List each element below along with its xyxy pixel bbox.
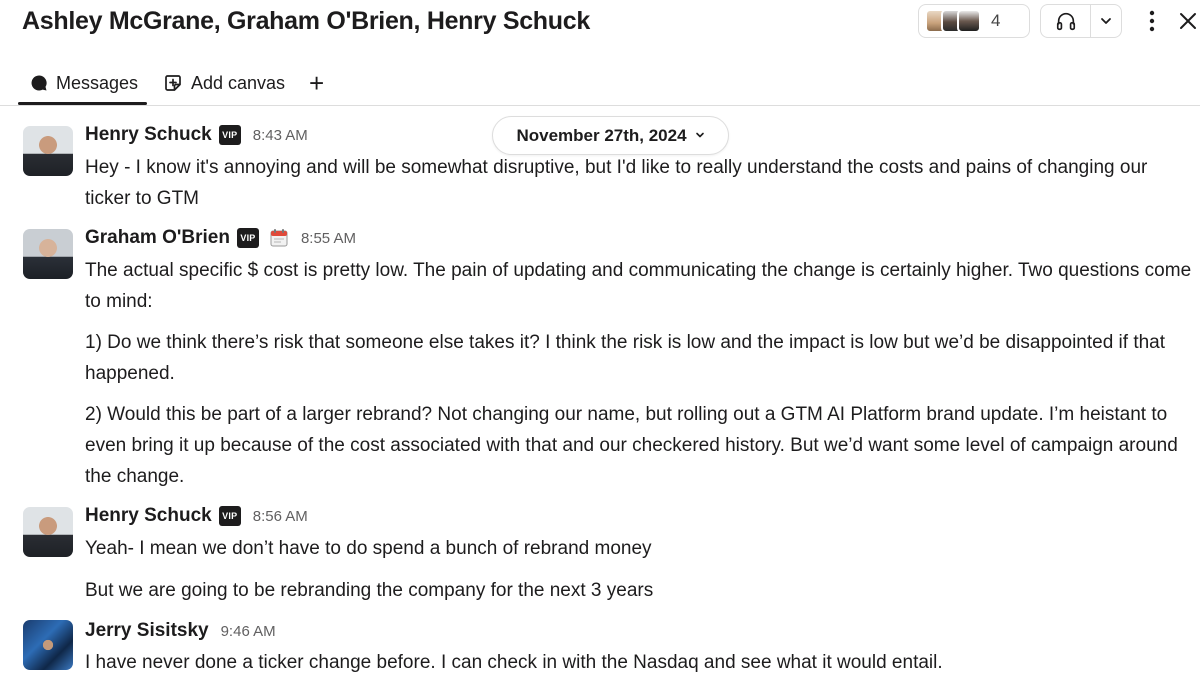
- active-tab-indicator: [18, 102, 147, 105]
- message-meta: Graham O'Brien VIP 8:55 AM: [85, 227, 356, 249]
- message-text: I have never done a ticker change before…: [85, 652, 943, 673]
- message-text: But we are going to be rebranding the co…: [85, 580, 654, 601]
- author-name[interactable]: Henry Schuck: [85, 124, 212, 146]
- message-meta: Henry Schuck VIP 8:43 AM: [85, 124, 308, 146]
- message-body: Hey - I know it's annoying and will be s…: [85, 152, 1195, 214]
- author-name[interactable]: Graham O'Brien: [85, 227, 230, 249]
- vip-badge: VIP: [218, 125, 241, 145]
- timestamp[interactable]: 8:56 AM: [253, 508, 308, 525]
- members-button[interactable]: 4: [918, 4, 1030, 38]
- message-text: Hey - I know it's annoying and will be s…: [85, 157, 1148, 209]
- avatar[interactable]: [23, 620, 73, 670]
- huddle-button[interactable]: [1041, 5, 1091, 37]
- message-text: The actual specific $ cost is pretty low…: [85, 260, 1192, 312]
- message-bubble-icon: [30, 74, 48, 92]
- message-text: 1) Do we think there’s risk that someone…: [85, 332, 1166, 384]
- date-label: November 27th, 2024: [516, 125, 687, 145]
- calendar-icon[interactable]: [269, 228, 289, 248]
- author-name[interactable]: Henry Schuck: [85, 505, 212, 527]
- message-text: 2) Would this be part of a larger rebran…: [85, 404, 1178, 487]
- plus-icon: +: [309, 67, 325, 98]
- timestamp[interactable]: 8:55 AM: [301, 230, 356, 247]
- tab-label: Messages: [56, 72, 139, 93]
- message-text: Yeah- I mean we don’t have to do spend a…: [85, 538, 652, 559]
- message-meta: Henry Schuck VIP 8:56 AM: [85, 505, 308, 527]
- tab-label: Add canvas: [191, 72, 286, 93]
- message-body: Yeah- I mean we don’t have to do spend a…: [85, 533, 1195, 606]
- channel-header: Ashley McGrane, Graham O'Brien, Henry Sc…: [0, 0, 1200, 46]
- more-vertical-icon: [1149, 10, 1155, 32]
- close-button[interactable]: [1176, 6, 1200, 36]
- vip-badge: VIP: [218, 506, 241, 526]
- message-body: The actual specific $ cost is pretty low…: [85, 255, 1195, 492]
- timestamp[interactable]: 9:46 AM: [221, 623, 276, 640]
- tab-bar: Messages Add canvas +: [0, 62, 1200, 106]
- chevron-down-icon: [1101, 18, 1111, 24]
- message-meta: Jerry Sisitsky 9:46 AM: [85, 620, 276, 642]
- message-body: I have never done a ticker change before…: [85, 647, 1195, 678]
- add-tab-button[interactable]: +: [309, 68, 324, 98]
- tab-messages[interactable]: Messages: [30, 68, 138, 98]
- avatar[interactable]: [23, 229, 73, 279]
- close-icon: [1180, 13, 1196, 29]
- member-count: 4: [991, 11, 1001, 30]
- tab-add-canvas[interactable]: Add canvas: [163, 68, 285, 98]
- author-name[interactable]: Jerry Sisitsky: [85, 620, 209, 642]
- vip-badge: VIP: [236, 228, 259, 248]
- timestamp[interactable]: 8:43 AM: [253, 127, 308, 144]
- avatar[interactable]: [23, 126, 73, 176]
- member-avatar: [957, 9, 981, 33]
- date-divider-button[interactable]: November 27th, 2024: [492, 116, 729, 155]
- huddle-control: [1040, 4, 1122, 38]
- avatar[interactable]: [23, 507, 73, 557]
- canvas-icon: [163, 73, 183, 93]
- conversation-title[interactable]: Ashley McGrane, Graham O'Brien, Henry Sc…: [22, 7, 590, 36]
- more-options-button[interactable]: [1140, 6, 1164, 36]
- huddle-options-button[interactable]: [1091, 5, 1121, 37]
- chevron-down-icon: [695, 129, 705, 143]
- headphones-icon: [1056, 12, 1075, 31]
